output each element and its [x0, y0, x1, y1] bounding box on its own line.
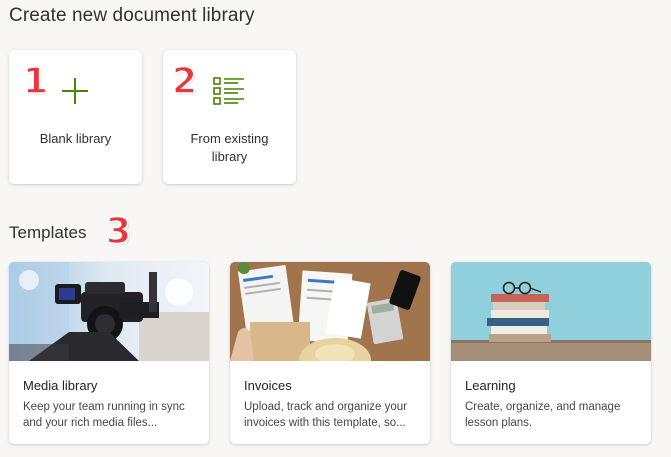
template-description: Keep your team running in sync and your … — [23, 401, 185, 429]
template-card-invoices[interactable]: Invoices Upload, track and organize your… — [230, 262, 430, 444]
template-name: Learning — [465, 378, 516, 393]
annotation-badge-2: 2 — [171, 61, 198, 102]
template-name: Media library — [23, 378, 98, 393]
template-description: Create, organize, and manage lesson plan… — [465, 401, 621, 429]
blank-library-label: Blank library — [39, 131, 112, 146]
annotation-badge-3: 3 — [105, 211, 132, 252]
invoices-image — [230, 262, 430, 361]
template-description: Upload, track and organize your invoices… — [244, 401, 408, 429]
blank-library-card[interactable]: 1 Blank library — [9, 50, 142, 184]
templates-heading: Templates — [9, 223, 87, 242]
from-existing-library-card[interactable]: 2 From existing library — [163, 50, 296, 184]
template-card-learning[interactable]: Learning Create, organize, and manage le… — [451, 262, 651, 444]
list-icon — [213, 77, 244, 105]
books-image — [451, 262, 651, 361]
template-name: Invoices — [244, 378, 292, 393]
from-existing-library-label: From existing library — [190, 131, 269, 164]
camera-image — [9, 262, 209, 361]
plus-icon — [62, 78, 88, 104]
annotation-badge-1: 1 — [22, 61, 49, 102]
page-title: Create new document library — [9, 5, 255, 26]
template-card-media-library[interactable]: Media library Keep your team running in … — [9, 262, 209, 444]
